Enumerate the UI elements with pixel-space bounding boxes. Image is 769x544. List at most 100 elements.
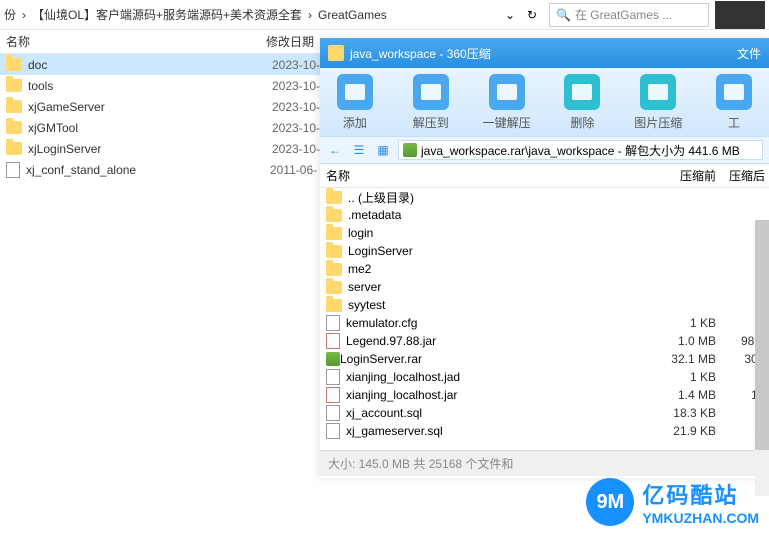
list-item[interactable]: LoginServer [320, 242, 769, 260]
list-item[interactable]: xianjing_localhost.jar1.4 MB1. [320, 386, 769, 404]
file-name: login [326, 226, 656, 240]
archive-file-list: .. (上级目录) .metadata login LoginServer me2 ser… [320, 188, 769, 450]
file-name: syytest [326, 298, 656, 312]
list-item[interactable]: .. (上级目录) [320, 188, 769, 206]
toolbar-label: 图片压缩 [634, 114, 682, 131]
breadcrumb-seg[interactable]: 【仙境OL】客户端源码+服务端源码+美术资源全套 [32, 6, 302, 23]
menu-file[interactable]: 文件 [737, 45, 761, 62]
toolbar-extract-button[interactable]: 解压到 [404, 74, 458, 131]
size-before: 32.1 MB [656, 352, 716, 366]
search-placeholder: 在 GreatGames ... [575, 6, 672, 23]
refresh-button[interactable]: ↻ [521, 4, 543, 26]
archive-path-input[interactable]: java_workspace.rar\java_workspace - 解包大小… [398, 140, 763, 160]
toolbar-delete-button[interactable]: 删除 [555, 74, 609, 131]
scrollbar-thumb[interactable] [755, 220, 769, 450]
file-date: 2023-10- [272, 121, 320, 135]
toolbar-image-compress-button[interactable]: 图片压缩 [631, 74, 685, 131]
archive-column-headers: 名称 压缩前 压缩后 [320, 164, 769, 188]
file-name: me2 [326, 262, 656, 276]
toolbar-label: 添加 [343, 114, 367, 131]
sql-icon [326, 405, 340, 421]
file-date: 2011-06- [270, 163, 317, 177]
column-header-date[interactable]: 修改日期 [266, 33, 326, 50]
preview-thumbnail [715, 1, 765, 29]
list-item[interactable]: xianjing_localhost.jad1 KB [320, 368, 769, 386]
explorer-address-bar: 份 › 【仙境OL】客户端源码+服务端源码+美术资源全套 › GreatGame… [0, 0, 769, 30]
file-name: LoginServer.rar [326, 352, 656, 366]
folder-icon [326, 245, 342, 258]
sql-icon [326, 423, 340, 439]
file-name: xj_conf_stand_alone [26, 163, 270, 177]
list-item[interactable]: server [320, 278, 769, 296]
app-icon [328, 45, 344, 61]
list-item[interactable]: xj_gameserver.sql21.9 KB3 [320, 422, 769, 440]
folder-icon [326, 191, 342, 204]
file-name: doc [28, 58, 272, 72]
file-date: 2023-10- [272, 79, 320, 93]
folder-icon [326, 299, 342, 312]
image-compress-icon [640, 74, 676, 110]
folder-icon [326, 281, 342, 294]
toolbar-add-button[interactable]: 添加 [328, 74, 382, 131]
column-header-name[interactable]: 名称 [326, 167, 656, 184]
folder-icon [6, 58, 22, 71]
breadcrumb[interactable]: 份 › 【仙境OL】客户端源码+服务端源码+美术资源全套 › GreatGame… [4, 6, 499, 23]
list-item[interactable]: login [320, 224, 769, 242]
rar-icon [326, 352, 340, 366]
vertical-scrollbar[interactable] [755, 220, 769, 496]
list-item[interactable]: me2 [320, 260, 769, 278]
tools-icon [716, 74, 752, 110]
list-item[interactable]: LoginServer.rar32.1 MB30. [320, 350, 769, 368]
size-before: 1.4 MB [656, 388, 716, 402]
list-item[interactable]: Legend.97.88.jar1.0 MB982 [320, 332, 769, 350]
watermark-logo: 9M [586, 478, 634, 526]
file-icon [6, 162, 20, 178]
breadcrumb-seg[interactable]: GreatGames [318, 8, 387, 22]
size-before: 21.9 KB [656, 424, 716, 438]
list-item[interactable]: kemulator.cfg1 KB [320, 314, 769, 332]
breadcrumb-seg[interactable]: 份 [4, 6, 16, 23]
jar-icon [326, 333, 340, 349]
folder-icon [326, 227, 342, 240]
history-dropdown-button[interactable]: ⌄ [499, 4, 521, 26]
toolbar-oneclick-button[interactable]: 一键解压 [480, 74, 534, 131]
file-name: kemulator.cfg [326, 315, 656, 331]
watermark-url: YMKUZHAN.COM [642, 510, 759, 526]
file-name: LoginServer [326, 244, 656, 258]
toolbar-label: 删除 [570, 114, 594, 131]
jar-icon [326, 387, 340, 403]
size-before: 1 KB [656, 316, 716, 330]
view-icons-button[interactable]: ▦ [374, 141, 392, 159]
folder-icon [6, 100, 22, 113]
file-date: 2023-10- [272, 142, 320, 156]
chevron-right-icon: › [20, 8, 28, 22]
window-title-bar[interactable]: java_workspace - 360压缩 文件 [320, 38, 769, 68]
file-name: xj_gameserver.sql [326, 423, 656, 439]
toolbar-tools-button[interactable]: 工 [707, 74, 761, 131]
file-name: xjLoginServer [28, 142, 272, 156]
file-name: xianjing_localhost.jad [326, 369, 656, 385]
nav-back-button[interactable]: ← [326, 141, 344, 159]
file-name: .metadata [326, 208, 656, 222]
column-header-after[interactable]: 压缩后 [716, 167, 769, 184]
view-list-button[interactable]: ☰ [350, 141, 368, 159]
list-item[interactable]: syytest [320, 296, 769, 314]
oneclick-icon [489, 74, 525, 110]
extract-icon [413, 74, 449, 110]
cfg-icon [326, 369, 340, 385]
list-item[interactable]: .metadata [320, 206, 769, 224]
file-name: tools [28, 79, 272, 93]
folder-icon [6, 142, 22, 155]
archive-status-bar: 大小: 145.0 MB 共 25168 个文件和 [320, 450, 769, 476]
column-header-before[interactable]: 压缩前 [656, 167, 716, 184]
chevron-right-icon: › [306, 8, 314, 22]
file-name: xjGMTool [28, 121, 272, 135]
list-item[interactable]: xj_account.sql18.3 KB2 [320, 404, 769, 422]
watermark-cn: 亿码酷站 [642, 478, 759, 510]
size-before: 1.0 MB [656, 334, 716, 348]
file-name: Legend.97.88.jar [326, 333, 656, 349]
column-header-name[interactable]: 名称 [6, 33, 266, 50]
file-date: 2023-10- [272, 58, 320, 72]
search-input[interactable]: 🔍 在 GreatGames ... [549, 3, 709, 27]
file-name: .. (上级目录) [326, 189, 656, 206]
